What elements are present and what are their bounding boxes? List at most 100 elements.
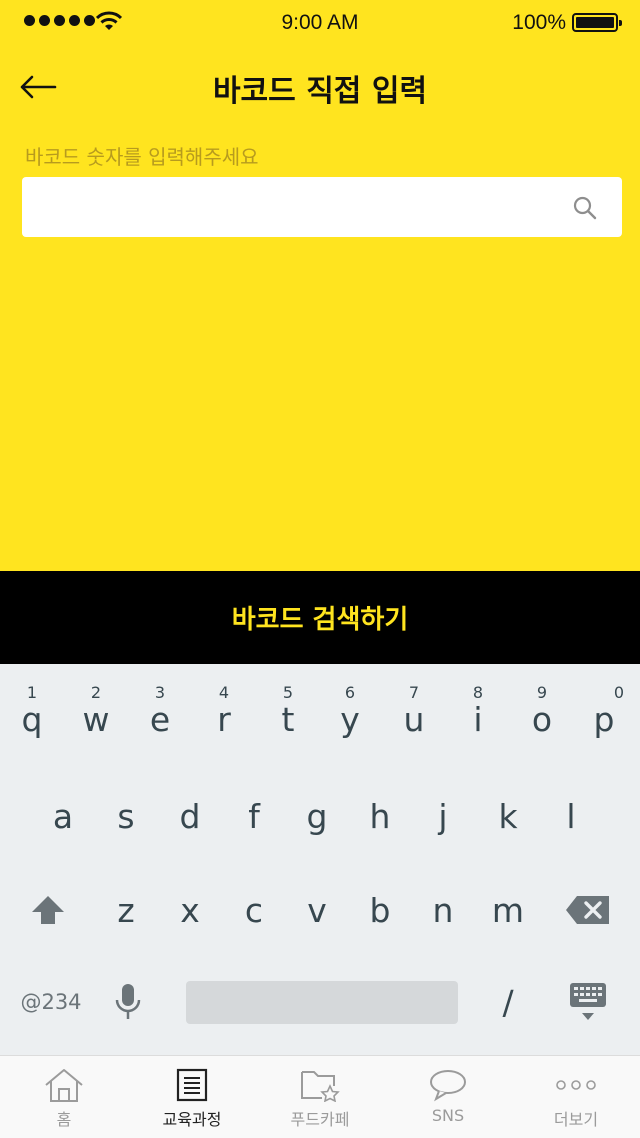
barcode-input[interactable] — [22, 177, 562, 237]
key-hint: 8 — [472, 683, 484, 702]
search-icon[interactable] — [572, 195, 598, 221]
key-k[interactable]: k — [486, 786, 530, 846]
space-bar[interactable] — [186, 981, 458, 1024]
key-p[interactable]: 0p — [582, 683, 626, 750]
home-icon — [45, 1069, 83, 1102]
key-label: y — [340, 699, 360, 739]
tab-sns[interactable]: SNS — [384, 1056, 512, 1138]
key-label: r — [217, 699, 231, 739]
key-label: b — [369, 890, 391, 930]
key-t[interactable]: 5t — [266, 683, 310, 750]
key-e[interactable]: 3e — [138, 683, 182, 750]
key-u[interactable]: 7u — [392, 683, 436, 750]
key-hint: 0 — [613, 683, 625, 702]
tab-label: SNS — [431, 1106, 465, 1125]
key-label: f — [248, 796, 260, 836]
shift-key[interactable] — [22, 882, 74, 938]
key-label: j — [438, 796, 448, 836]
microphone-icon — [115, 984, 141, 1019]
battery-icon — [572, 13, 622, 32]
battery-percent: 100% — [512, 11, 566, 34]
tab-more[interactable]: 더보기 — [512, 1056, 640, 1138]
key-label: d — [179, 796, 201, 836]
tab-foodcafe[interactable]: 푸드카페 — [256, 1056, 384, 1138]
key-x[interactable]: x — [168, 882, 212, 938]
key-z[interactable]: z — [104, 882, 148, 938]
key-hint: 3 — [154, 683, 166, 702]
key-hint: 6 — [344, 683, 356, 702]
key-o[interactable]: 9o — [520, 683, 564, 750]
key-b[interactable]: b — [358, 882, 402, 938]
key-label: l — [566, 796, 576, 836]
key-v[interactable]: v — [295, 882, 339, 938]
key-f[interactable]: f — [232, 786, 276, 846]
document-list-icon — [176, 1068, 208, 1102]
keyboard-hide-icon — [570, 983, 606, 1020]
symbols-key[interactable]: @234 — [18, 976, 84, 1028]
onscreen-keyboard: 1q 2w 3e 4r 5t 6y 7u 8i 9o 0p a s d f g … — [0, 664, 640, 1055]
key-label: q — [21, 699, 43, 739]
slash-key[interactable]: / — [486, 976, 530, 1028]
key-label: g — [306, 796, 328, 836]
key-label: c — [244, 890, 264, 930]
key-i[interactable]: 8i — [456, 683, 500, 750]
bottom-tab-bar: 홈 교육과정 푸드카페 SNS 더보기 — [0, 1055, 640, 1138]
key-hint: 9 — [536, 683, 548, 702]
key-label: s — [117, 796, 135, 836]
more-dots-icon — [556, 1080, 596, 1090]
header: 바코드 직접 입력 — [0, 44, 640, 130]
tab-label: 홈 — [56, 1110, 72, 1129]
tab-label: 더보기 — [553, 1110, 599, 1129]
barcode-search-button[interactable]: 바코드 검색하기 — [0, 571, 640, 664]
key-label: z — [117, 890, 135, 930]
key-label: m — [491, 890, 525, 930]
barcode-search-box — [22, 177, 622, 237]
key-hint: 5 — [282, 683, 294, 702]
key-label: a — [52, 796, 74, 836]
key-label: p — [593, 699, 615, 739]
key-label: i — [473, 699, 483, 739]
key-label: v — [307, 890, 327, 930]
key-hint: 4 — [218, 683, 230, 702]
key-label: u — [403, 699, 425, 739]
key-label: o — [531, 699, 553, 739]
key-h[interactable]: h — [358, 786, 402, 846]
chat-bubble-icon — [430, 1070, 466, 1102]
status-bar: 9:00 AM 100% — [0, 0, 640, 44]
key-s[interactable]: s — [104, 786, 148, 846]
key-r[interactable]: 4r — [202, 683, 246, 750]
key-a[interactable]: a — [41, 786, 85, 846]
key-g[interactable]: g — [295, 786, 339, 846]
key-w[interactable]: 2w — [74, 683, 118, 750]
key-label: x — [180, 890, 200, 930]
tab-label: 푸드카페 — [290, 1110, 350, 1129]
key-label: w — [82, 699, 110, 739]
backspace-key[interactable] — [560, 882, 616, 938]
key-label: e — [149, 699, 171, 739]
key-label: / — [502, 982, 514, 1022]
page-title: 바코드 직접 입력 — [212, 74, 428, 109]
key-n[interactable]: n — [421, 882, 465, 938]
tab-curriculum[interactable]: 교육과정 — [128, 1056, 256, 1138]
voice-input-key[interactable] — [104, 976, 152, 1028]
key-label: n — [432, 890, 454, 930]
key-hint: 1 — [26, 683, 38, 702]
key-d[interactable]: d — [168, 786, 212, 846]
tab-home[interactable]: 홈 — [0, 1056, 128, 1138]
hide-keyboard-key[interactable] — [560, 976, 616, 1028]
barcode-input-hint: 바코드 숫자를 입력해주세요 — [25, 145, 259, 169]
key-j[interactable]: j — [421, 786, 465, 846]
key-label: t — [281, 699, 295, 739]
key-label: k — [498, 796, 518, 836]
key-c[interactable]: c — [232, 882, 276, 938]
folder-star-icon — [301, 1071, 340, 1102]
key-q[interactable]: 1q — [10, 683, 54, 750]
key-m[interactable]: m — [486, 882, 530, 938]
key-hint: 2 — [90, 683, 102, 702]
key-label: h — [369, 796, 391, 836]
key-y[interactable]: 6y — [328, 683, 372, 750]
tab-label: 교육과정 — [162, 1110, 222, 1129]
shift-arrow-icon — [32, 896, 64, 924]
key-l[interactable]: l — [549, 786, 593, 846]
key-hint: 7 — [408, 683, 420, 702]
